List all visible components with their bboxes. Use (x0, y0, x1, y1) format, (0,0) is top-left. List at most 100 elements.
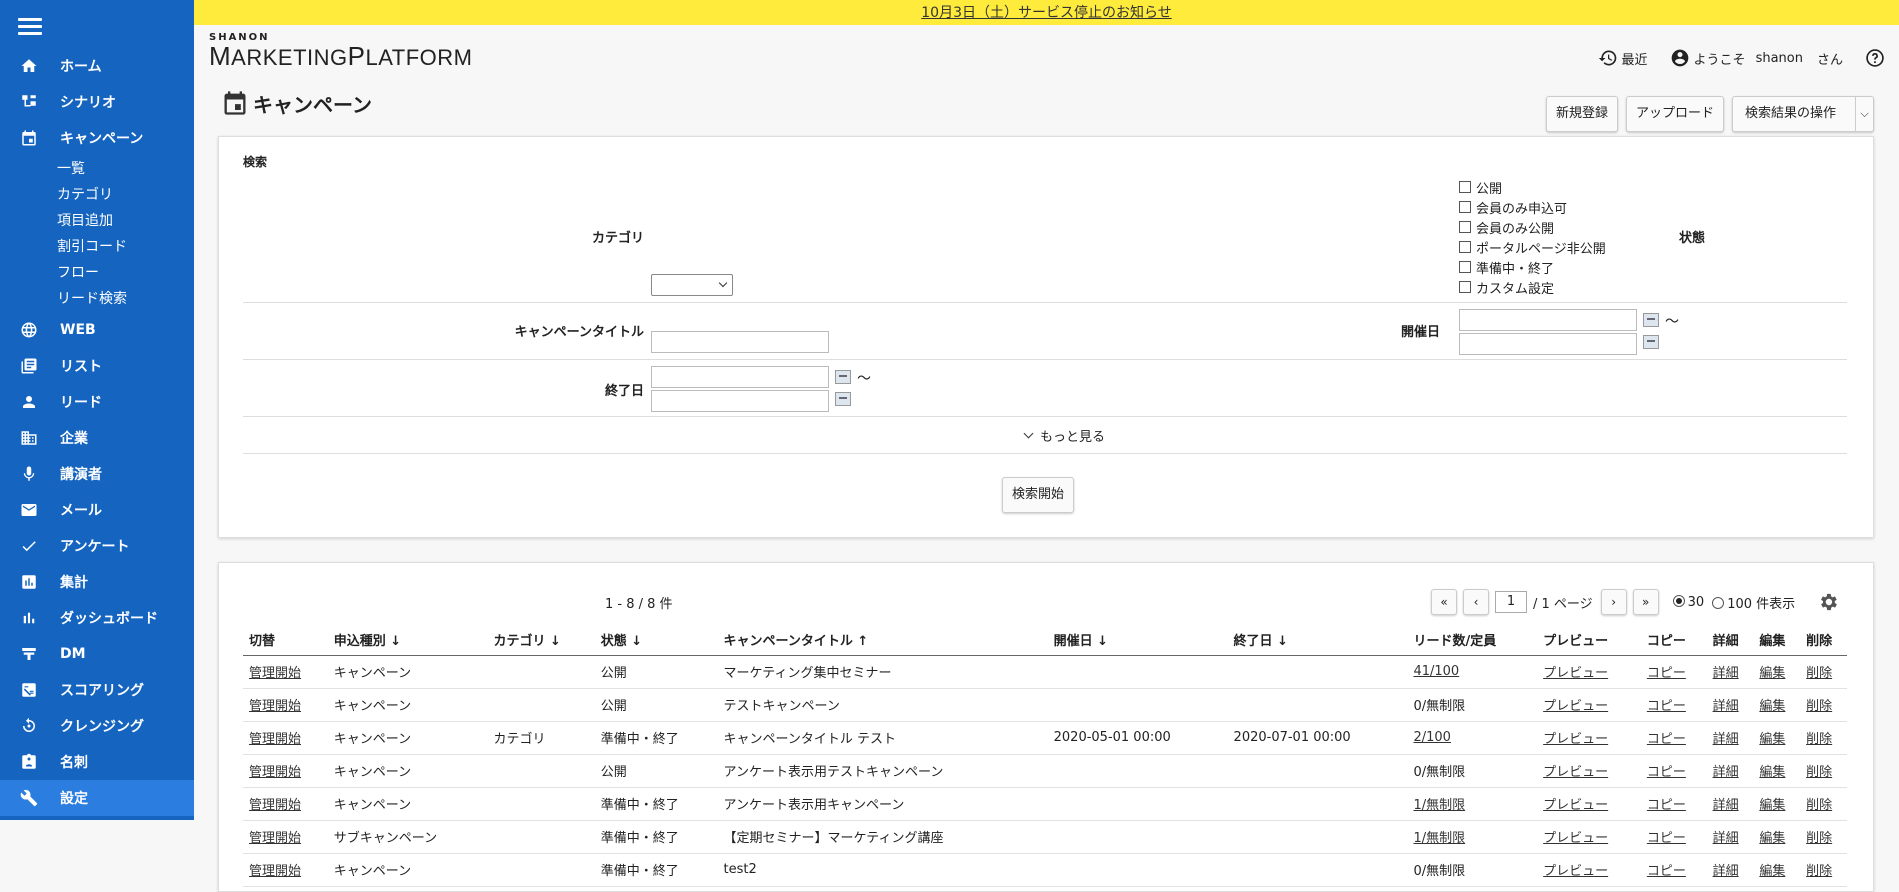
delete-link[interactable]: 削除 (1806, 765, 1832, 780)
preview-link[interactable]: プレビュー (1543, 798, 1608, 813)
copy-link[interactable]: コピー (1647, 699, 1686, 714)
checkbox-box[interactable] (1459, 261, 1471, 273)
last-page-button[interactable]: » (1632, 589, 1659, 615)
column-header[interactable]: 申込種別 ↓ (327, 625, 488, 656)
user-menu[interactable]: ようこそ shanon さん (1670, 48, 1843, 68)
subnav-item[interactable]: 割引コード (57, 234, 194, 260)
detail-link[interactable]: 詳細 (1713, 732, 1739, 747)
delete-link[interactable]: 削除 (1806, 699, 1832, 714)
preview-link[interactable]: プレビュー (1543, 864, 1608, 879)
start-date-to-calendar-icon[interactable] (1643, 335, 1659, 349)
new-button[interactable]: 新規登録 (1545, 96, 1618, 132)
search-submit-button[interactable]: 検索開始 (1002, 477, 1075, 513)
toggle-link[interactable]: 管理開始 (249, 765, 301, 780)
detail-link[interactable]: 詳細 (1713, 798, 1739, 813)
copy-link[interactable]: コピー (1647, 798, 1686, 813)
column-header[interactable]: キャンペーンタイトル ↑ (717, 625, 1048, 656)
sidebar-item[interactable]: 企業 (0, 420, 194, 456)
radio-selected[interactable] (1672, 594, 1685, 607)
upload-button[interactable]: アップロード (1625, 96, 1724, 132)
sidebar-item[interactable]: 設定 (0, 780, 194, 816)
edit-link[interactable]: 編集 (1759, 732, 1785, 747)
checkbox-box[interactable] (1459, 201, 1471, 213)
radio-unselected[interactable] (1712, 596, 1725, 609)
end-date-to-input[interactable] (651, 390, 829, 412)
sidebar-item[interactable]: 講演者 (0, 456, 194, 492)
preview-link[interactable]: プレビュー (1543, 699, 1608, 714)
preview-link[interactable]: プレビュー (1543, 732, 1608, 747)
sidebar-item[interactable]: ダッシュボード (0, 600, 194, 636)
toggle-link[interactable]: 管理開始 (249, 732, 301, 747)
start-date-from-input[interactable] (1459, 309, 1637, 331)
edit-link[interactable]: 編集 (1759, 864, 1785, 879)
end-date-from-calendar-icon[interactable] (835, 370, 851, 384)
per-page-30[interactable]: 30 (1672, 594, 1704, 610)
start-date-to-input[interactable] (1459, 333, 1637, 355)
preview-link[interactable]: プレビュー (1543, 666, 1608, 681)
campaign-title-input[interactable] (651, 331, 829, 353)
copy-link[interactable]: コピー (1647, 732, 1686, 747)
detail-link[interactable]: 詳細 (1713, 864, 1739, 879)
sidebar-item[interactable]: DM (0, 636, 194, 672)
recent-button[interactable]: 最近 (1598, 48, 1648, 68)
sidebar-item[interactable]: シナリオ (0, 84, 194, 120)
delete-link[interactable]: 削除 (1806, 831, 1832, 846)
sidebar-item[interactable]: スコアリング (0, 672, 194, 708)
toggle-link[interactable]: 管理開始 (249, 798, 301, 813)
edit-link[interactable]: 編集 (1759, 666, 1785, 681)
sidebar-item[interactable]: 名刺 (0, 744, 194, 780)
next-page-button[interactable]: › (1600, 589, 1627, 615)
sidebar-item[interactable]: リスト (0, 348, 194, 384)
menu-icon[interactable] (18, 18, 42, 36)
edit-link[interactable]: 編集 (1759, 831, 1785, 846)
edit-link[interactable]: 編集 (1759, 798, 1785, 813)
delete-link[interactable]: 削除 (1806, 864, 1832, 879)
edit-link[interactable]: 編集 (1759, 699, 1785, 714)
status-checkbox[interactable]: 準備中・終了 (1459, 257, 1606, 277)
edit-link[interactable]: 編集 (1759, 765, 1785, 780)
subnav-item[interactable]: 項目追加 (57, 208, 194, 234)
help-button[interactable] (1865, 48, 1889, 68)
sidebar-item[interactable]: 集計 (0, 564, 194, 600)
gear-icon[interactable] (1817, 591, 1839, 613)
subnav-item[interactable]: 一覧 (57, 156, 194, 182)
column-header[interactable]: 状態 ↓ (594, 625, 718, 656)
copy-link[interactable]: コピー (1647, 765, 1686, 780)
copy-link[interactable]: コピー (1647, 864, 1686, 879)
result-ops-select[interactable]: 検索結果の操作 ⌵ (1732, 96, 1874, 132)
delete-link[interactable]: 削除 (1806, 666, 1832, 681)
status-checkbox[interactable]: カスタム設定 (1459, 277, 1606, 297)
notice-link[interactable]: 10月3日（土）サービス停止のお知らせ (921, 5, 1171, 21)
column-header[interactable]: カテゴリ ↓ (487, 625, 595, 656)
more-toggle[interactable]: もっと見る (1023, 426, 1105, 445)
leads-link[interactable]: 1/無制限 (1413, 831, 1465, 846)
subnav-item[interactable]: フロー (57, 260, 194, 286)
sidebar-item[interactable]: クレンジング (0, 708, 194, 744)
sidebar-item[interactable]: メール (0, 492, 194, 528)
first-page-button[interactable]: « (1431, 589, 1457, 615)
sidebar-item[interactable]: キャンペーン (0, 120, 194, 156)
column-header[interactable]: 終了日 ↓ (1227, 625, 1408, 656)
sidebar-item[interactable]: ホーム (0, 48, 194, 84)
sidebar-item[interactable]: リード (0, 384, 194, 420)
leads-link[interactable]: 1/無制限 (1413, 798, 1465, 813)
sidebar-item[interactable]: WEB (0, 312, 194, 348)
status-checkbox[interactable]: 公開 (1459, 177, 1606, 197)
page-input[interactable]: 1 (1495, 591, 1527, 613)
status-checkbox[interactable]: 会員のみ公開 (1459, 217, 1606, 237)
leads-link[interactable]: 41/100 (1413, 664, 1459, 679)
status-checkbox[interactable]: 会員のみ申込可 (1459, 197, 1606, 217)
end-date-to-calendar-icon[interactable] (835, 392, 851, 406)
leads-link[interactable]: 2/100 (1413, 730, 1450, 745)
column-header[interactable]: 開催日 ↓ (1047, 625, 1228, 656)
preview-link[interactable]: プレビュー (1543, 765, 1608, 780)
checkbox-box[interactable] (1459, 241, 1471, 253)
prev-page-button[interactable]: ‹ (1463, 589, 1489, 615)
subnav-item[interactable]: リード検索 (57, 286, 194, 312)
category-select[interactable] (651, 274, 733, 296)
checkbox-box[interactable] (1459, 221, 1471, 233)
detail-link[interactable]: 詳細 (1713, 666, 1739, 681)
copy-link[interactable]: コピー (1647, 831, 1686, 846)
status-checkbox[interactable]: ポータルページ非公開 (1459, 237, 1606, 257)
checkbox-box[interactable] (1459, 281, 1471, 293)
